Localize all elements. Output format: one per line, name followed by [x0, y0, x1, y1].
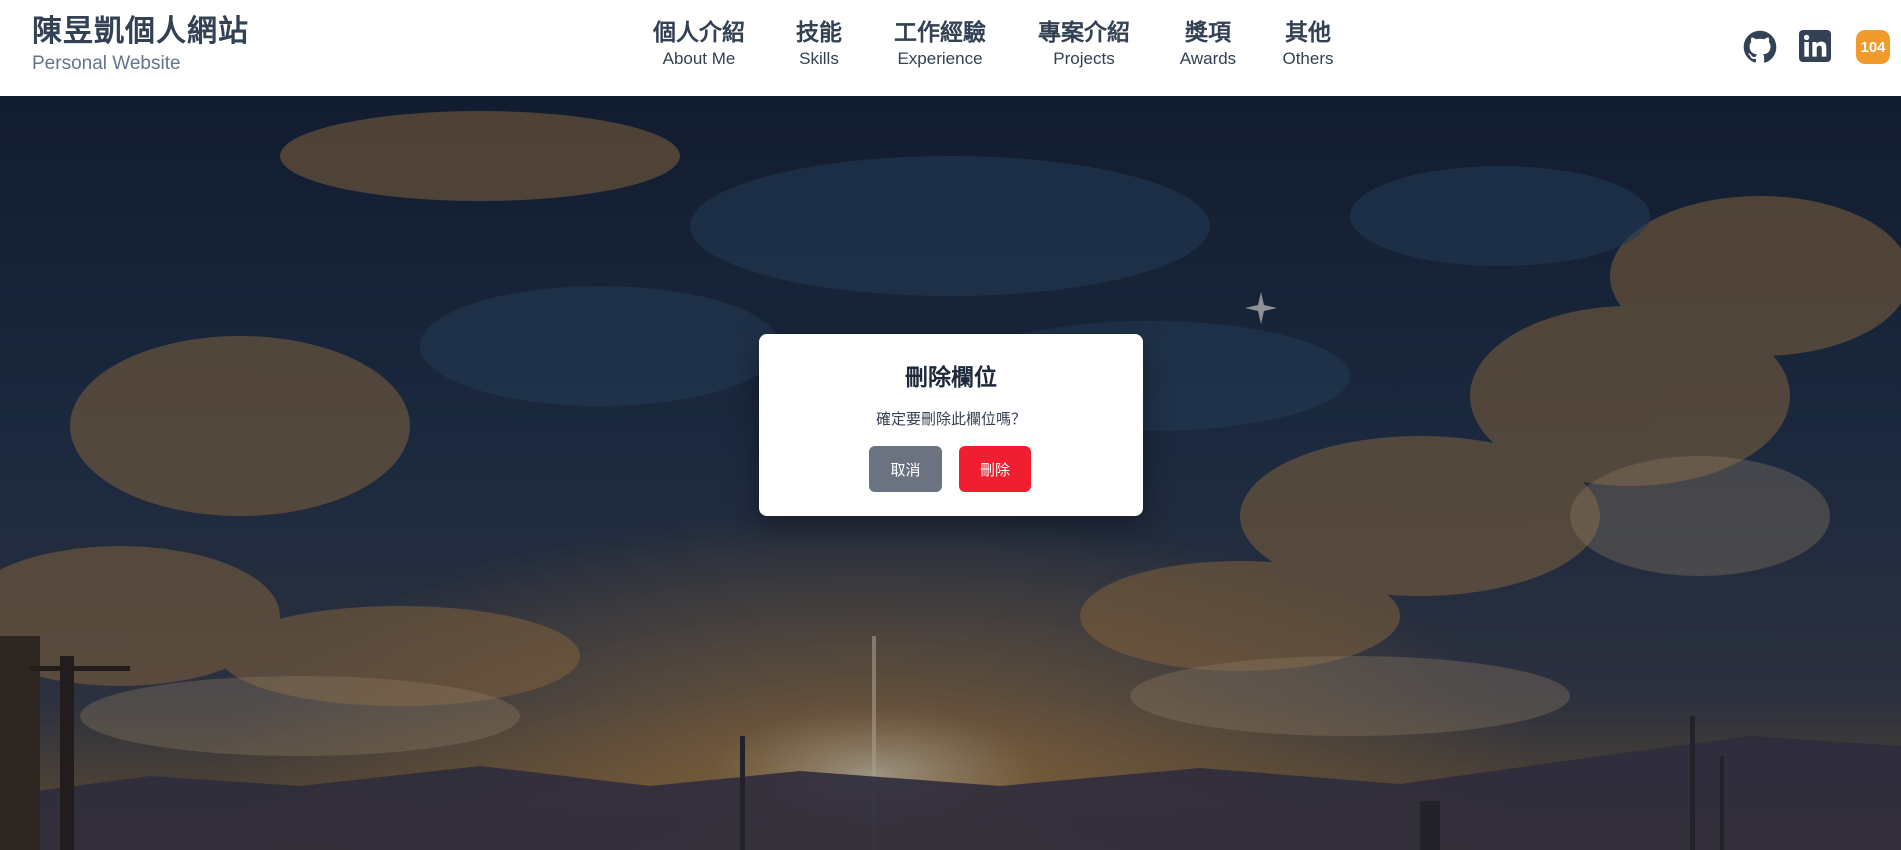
- nav-label-en: Skills: [799, 49, 839, 68]
- linkedin-icon: [1799, 30, 1831, 62]
- delete-button[interactable]: 刪除: [959, 446, 1031, 492]
- cancel-button[interactable]: 取消: [869, 446, 942, 492]
- nav-item-projects[interactable]: 專案介紹 Projects: [1038, 18, 1130, 70]
- nav-label-zh: 工作經驗: [894, 20, 986, 46]
- nav-item-about[interactable]: 個人介紹 About Me: [653, 18, 745, 70]
- nav-item-skills[interactable]: 技能 Skills: [796, 18, 842, 70]
- nav-label-zh: 個人介紹: [653, 20, 745, 46]
- nav-item-experience[interactable]: 工作經驗 Experience: [894, 18, 986, 70]
- job-bank-104-link[interactable]: 104: [1856, 30, 1890, 64]
- nav-label-zh: 專案介紹: [1038, 20, 1130, 46]
- nav-label-en: Projects: [1053, 49, 1115, 68]
- nav-item-awards[interactable]: 獎項 Awards: [1180, 18, 1236, 70]
- github-link[interactable]: [1743, 30, 1777, 66]
- delete-field-dialog: 刪除欄位 確定要刪除此欄位嗎？ 取消 刪除: [759, 334, 1143, 516]
- nav-label-en: Awards: [1179, 49, 1237, 68]
- main-nav: 個人介紹 About Me 技能 Skills 工作經驗 Experience …: [0, 18, 1901, 78]
- dialog-message: 確定要刪除此欄位嗎？: [875, 410, 1026, 428]
- nav-label-zh: 其他: [1285, 20, 1331, 46]
- nav-label-zh: 技能: [796, 20, 842, 46]
- linkedin-link[interactable]: [1799, 30, 1831, 66]
- nav-label-en: Others: [1282, 49, 1334, 68]
- nav-label-en: About Me: [662, 49, 736, 68]
- site-header: 陳昱凱個人網站 Personal Website 個人介紹 About Me 技…: [0, 0, 1901, 96]
- nav-label-zh: 獎項: [1184, 20, 1231, 46]
- github-icon: [1743, 30, 1777, 63]
- dialog-title: 刪除欄位: [905, 365, 997, 391]
- nav-label-en: Experience: [897, 49, 983, 68]
- job-bank-104-label: 104: [1860, 38, 1886, 56]
- nav-item-others[interactable]: 其他 Others: [1282, 18, 1333, 70]
